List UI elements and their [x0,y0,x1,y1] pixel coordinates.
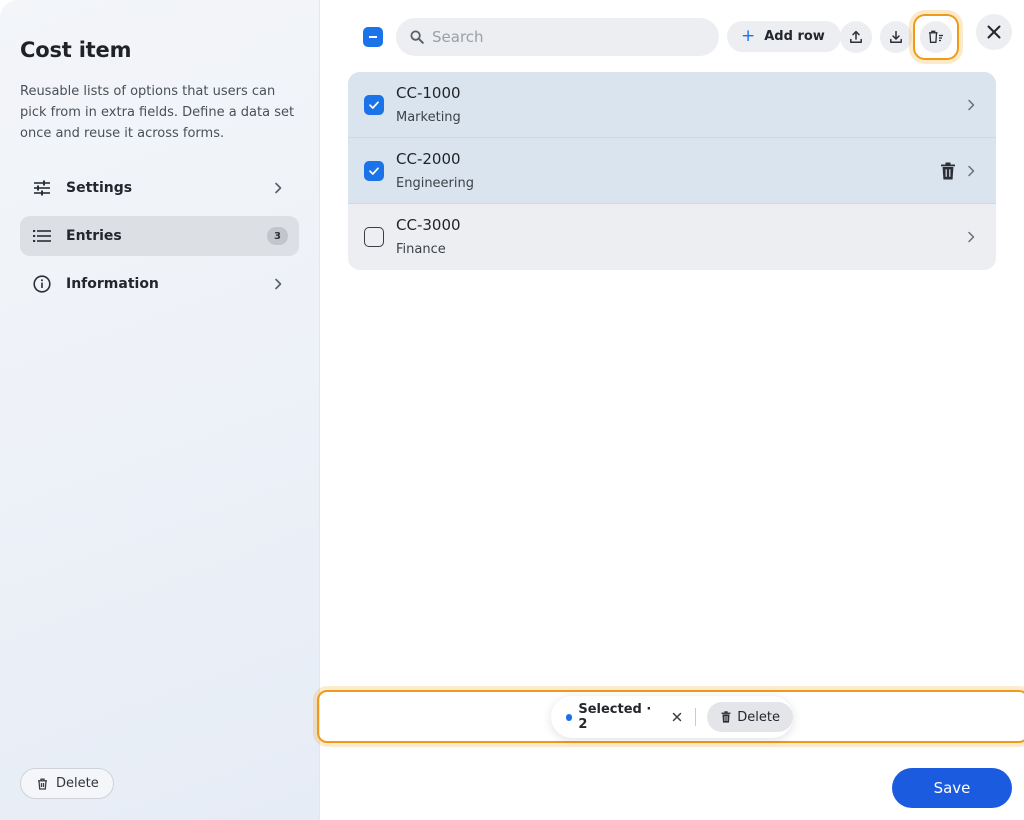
sidebar-item-label: Information [66,276,159,292]
search-input[interactable] [432,28,692,46]
download-button[interactable] [880,21,912,53]
entries-panel: + Add row CC-1000 Marketing [317,0,1024,820]
entry-code: CC-3000 [396,216,461,234]
divider [695,708,697,726]
row-checkbox[interactable] [364,161,384,181]
indeterminate-icon [369,36,377,38]
selection-bar: Selected · 2 Delete [551,696,793,738]
sidebar: Cost item Reusable lists of options that… [0,0,320,820]
selected-count: Selected · 2 [578,702,652,732]
delete-selected-entries-button[interactable]: Delete [707,702,793,732]
search-box [396,18,719,56]
close-icon [987,25,1001,39]
clear-selection-button[interactable] [671,710,684,724]
chevron-right-icon [968,165,975,177]
sliders-icon [33,179,51,197]
chevron-right-icon [275,278,282,290]
entry-name: Finance [396,242,446,257]
chevron-right-icon [275,182,282,194]
chevron-right-icon [968,99,975,111]
upload-button[interactable] [840,21,872,53]
checkmark-icon [369,101,379,109]
entries-list: CC-1000 Marketing CC-2000 Engineering CC… [348,72,996,270]
delete-label: Delete [56,776,99,791]
delete-label: Delete [737,709,780,725]
list-icon [33,227,51,245]
entry-code: CC-1000 [396,84,461,102]
sidebar-item-label: Settings [66,180,133,196]
trash-icon [38,778,47,790]
close-button[interactable] [976,14,1012,50]
delete-selected-button[interactable] [920,21,952,53]
select-all-checkbox[interactable] [363,27,383,47]
sidebar-item-entries[interactable]: Entries 3 [20,216,299,256]
sidebar-nav: Settings Entries 3 Information [20,168,299,312]
close-icon [672,712,682,722]
checkmark-icon [369,167,379,175]
save-button[interactable]: Save [892,768,1012,808]
search-icon [410,30,424,44]
trash-icon[interactable] [940,162,956,180]
list-item[interactable]: CC-3000 Finance [348,204,996,270]
sidebar-item-information[interactable]: Information [20,264,299,304]
entry-name: Marketing [396,110,461,125]
list-item[interactable]: CC-2000 Engineering [348,138,996,204]
row-checkbox[interactable] [364,95,384,115]
sidebar-item-settings[interactable]: Settings [20,168,299,208]
chevron-right-icon [968,231,975,243]
info-icon [33,275,51,293]
data-set-dialog: Cost item Reusable lists of options that… [0,0,1024,820]
entry-name: Engineering [396,176,474,191]
add-row-label: Add row [764,29,825,44]
count-badge: 3 [267,227,288,245]
download-icon [890,30,902,43]
upload-icon [850,30,862,43]
trash-icon [721,711,731,723]
sidebar-item-label: Entries [66,228,122,244]
status-dot [566,713,573,721]
page-description: Reusable lists of options that users can… [20,84,295,141]
list-item[interactable]: CC-1000 Marketing [348,72,996,138]
row-checkbox[interactable] [364,227,384,247]
entry-code: CC-2000 [396,150,461,168]
page-title: Cost item [20,38,132,62]
plus-icon: + [741,26,756,46]
delete-data-set-button[interactable]: Delete [20,768,114,799]
add-row-button[interactable]: + Add row [727,21,841,52]
delete-sweep-icon [929,30,943,43]
